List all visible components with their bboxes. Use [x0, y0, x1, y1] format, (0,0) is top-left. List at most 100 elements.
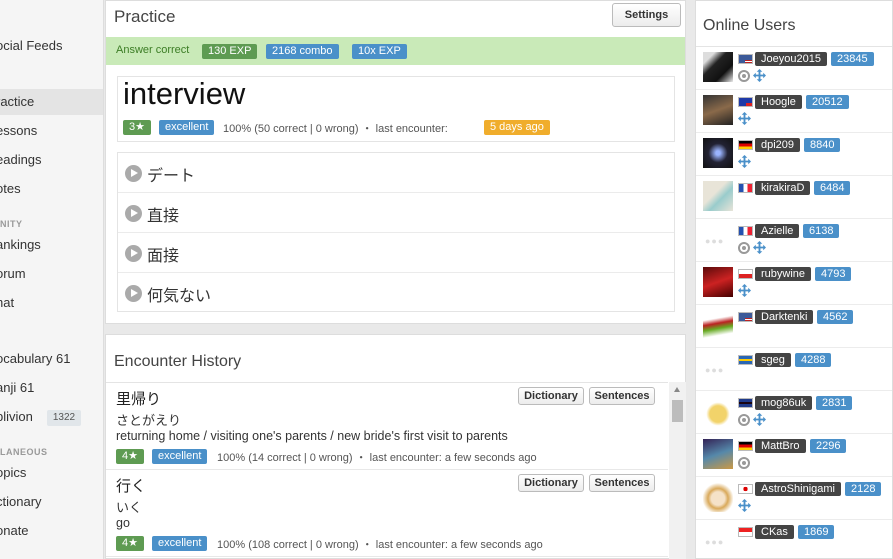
- online-user-row[interactable]: Joeyou2015 23845: [696, 47, 892, 90]
- online-user-row[interactable]: Darktenki 4562: [696, 305, 892, 348]
- avatar[interactable]: [703, 396, 733, 426]
- avatar-placeholder-icon: ●●●: [705, 537, 725, 547]
- online-user-row[interactable]: mog86uk 2831: [696, 391, 892, 434]
- sidebar-item-chat[interactable]: hat: [0, 290, 103, 316]
- username-badge[interactable]: AstroShinigami: [755, 482, 841, 496]
- online-user-row[interactable]: kirakiraD 6484: [696, 176, 892, 219]
- answer-choice[interactable]: 面接: [118, 233, 674, 273]
- flag-de-icon: [738, 140, 753, 150]
- sidebar-item-label: ractice: [0, 94, 35, 109]
- online-user-row[interactable]: ●●● CKas 1869: [696, 520, 892, 558]
- username-badge[interactable]: dpi209: [755, 138, 801, 152]
- sidebar-item-vocabulary[interactable]: ocabulary 61: [0, 346, 103, 372]
- user-score-badge: 2296: [810, 439, 847, 453]
- avatar[interactable]: [703, 267, 733, 297]
- play-audio-icon[interactable]: [125, 285, 142, 302]
- history-entry: 行く いく go 4★ excellent 100% (108 correct …: [106, 470, 668, 557]
- answer-choice[interactable]: 何気ない: [118, 273, 674, 313]
- flag-jp-icon: [738, 484, 753, 494]
- avatar[interactable]: [703, 138, 733, 168]
- sidebar-item-dictionary[interactable]: ctionary: [0, 489, 103, 515]
- dictionary-button[interactable]: Dictionary: [518, 474, 584, 492]
- online-user-row[interactable]: rubywine 4793: [696, 262, 892, 305]
- flag-fr-icon: [738, 226, 753, 236]
- quality-badge: excellent: [159, 120, 215, 135]
- question-stats: 100% (50 correct | 0 wrong) ・ last encou…: [223, 123, 448, 135]
- sidebar-item-social-feeds[interactable]: ocial Feeds: [0, 33, 103, 59]
- avatar-placeholder-icon: ●●●: [705, 365, 725, 375]
- user-score-badge: 6484: [814, 181, 851, 195]
- srs-ring-icon: [738, 414, 750, 426]
- username-badge[interactable]: CKas: [755, 525, 794, 539]
- avatar[interactable]: [703, 95, 733, 125]
- entry-kana: さとがえり: [116, 413, 182, 428]
- srs-ring-icon: [738, 70, 750, 82]
- online-user-row[interactable]: ●●● sgeg 4288: [696, 348, 892, 391]
- username-badge[interactable]: MattBro: [755, 439, 806, 453]
- sidebar-item-practice[interactable]: ractice: [0, 89, 103, 115]
- avatar[interactable]: [703, 181, 733, 211]
- sidebar-item-readings[interactable]: eadings: [0, 147, 103, 173]
- sidebar-item-topics[interactable]: opics: [0, 460, 103, 486]
- sidebar-item-label: essons: [0, 123, 38, 138]
- sidebar-item-label: onate: [0, 523, 29, 538]
- move-arrows-icon: [738, 284, 751, 297]
- avatar[interactable]: [703, 439, 733, 469]
- online-users-title: Online Users: [703, 17, 796, 34]
- username-badge[interactable]: kirakiraD: [755, 181, 811, 195]
- avatar[interactable]: [703, 482, 733, 512]
- sidebar-item-rankings[interactable]: ankings: [0, 232, 103, 258]
- sidebar-item-forum[interactable]: orum: [0, 261, 103, 287]
- scroll-up-icon[interactable]: [674, 387, 680, 392]
- flag-sg-icon: [738, 527, 753, 537]
- scrollbar-thumb[interactable]: [672, 400, 683, 422]
- online-user-row[interactable]: MattBro 2296: [696, 434, 892, 477]
- settings-button[interactable]: Settings: [612, 3, 681, 27]
- sidebar-item-donate[interactable]: onate: [0, 518, 103, 544]
- encounter-history-list[interactable]: 里帰り さとがえり returning home / visiting one'…: [106, 382, 668, 559]
- last-encounter-badge: 5 days ago: [484, 120, 550, 135]
- entry-kana: いく: [116, 500, 143, 515]
- online-user-row[interactable]: dpi209 8840: [696, 133, 892, 176]
- sidebar-item-oblivion[interactable]: blivion 1322: [0, 404, 103, 430]
- sidebar-item-kanji[interactable]: anji 61: [0, 375, 103, 401]
- answer-choice[interactable]: 直接: [118, 193, 674, 233]
- username-badge[interactable]: Darktenki: [755, 310, 814, 324]
- online-user-row[interactable]: Hoogle 20512: [696, 90, 892, 133]
- sentences-button[interactable]: Sentences: [589, 474, 655, 492]
- username-badge[interactable]: Hoogle: [755, 95, 802, 109]
- srs-ring-icon: [738, 457, 750, 469]
- dictionary-button[interactable]: Dictionary: [518, 387, 584, 405]
- flag-cz-icon: [738, 269, 753, 279]
- play-audio-icon[interactable]: [125, 165, 142, 182]
- level-badge: 4★: [116, 449, 144, 464]
- username-badge[interactable]: rubywine: [755, 267, 812, 281]
- history-scrollbar[interactable]: [669, 382, 686, 559]
- move-arrows-icon: [738, 155, 751, 168]
- avatar[interactable]: [703, 52, 733, 82]
- answer-choice-text: デート: [147, 168, 196, 185]
- play-audio-icon[interactable]: [125, 205, 142, 222]
- flag-se-icon: [738, 355, 753, 365]
- user-score-badge: 23845: [831, 52, 874, 66]
- sidebar-item-notes[interactable]: otes: [0, 176, 103, 202]
- username-badge[interactable]: mog86uk: [755, 396, 813, 410]
- combo-badge: 2168 combo: [266, 44, 339, 59]
- online-user-row[interactable]: AstroShinigami 2128: [696, 477, 892, 520]
- online-users-panel: Online Users Joeyou2015 23845 Hoogle 20512 d…: [695, 0, 893, 559]
- online-user-row[interactable]: ●●● Azielle 6138: [696, 219, 892, 262]
- username-badge[interactable]: sgeg: [755, 353, 791, 367]
- level-badge: 3★: [123, 120, 151, 135]
- username-badge[interactable]: Joeyou2015: [755, 52, 827, 66]
- username-badge[interactable]: Azielle: [755, 224, 800, 238]
- sentences-button[interactable]: Sentences: [589, 387, 655, 405]
- quality-badge: excellent: [152, 536, 208, 551]
- sidebar-item-lessons[interactable]: essons: [0, 118, 103, 144]
- answer-choice-text: 面接: [147, 248, 180, 265]
- play-audio-icon[interactable]: [125, 245, 142, 262]
- answer-choice-text: 何気ない: [147, 288, 212, 305]
- answer-choice[interactable]: デート: [118, 153, 674, 193]
- sidebar-section-community: NITY: [0, 219, 23, 229]
- encounter-history-panel: Encounter History 里帰り さとがえり returning ho…: [105, 334, 686, 559]
- avatar[interactable]: [703, 310, 733, 340]
